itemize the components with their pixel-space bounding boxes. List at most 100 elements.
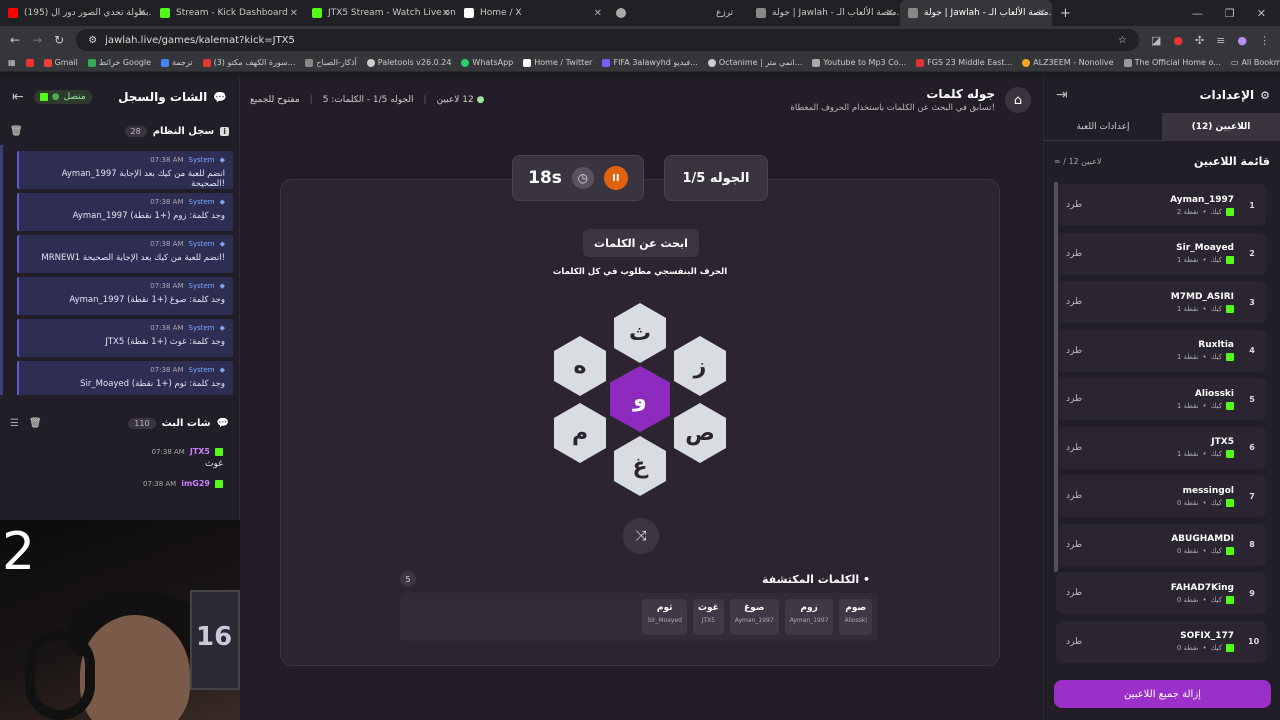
close-icon[interactable]: ✕ xyxy=(138,8,146,19)
reload-icon[interactable]: ↻ xyxy=(54,33,64,47)
close-icon[interactable]: ✕ xyxy=(290,8,298,19)
url-bar[interactable]: ⚙ jawlah.live/games/kalemat?kick=JTX5 ☆ xyxy=(76,29,1139,51)
kick-player-button[interactable]: طرد xyxy=(1066,540,1082,550)
chat-username[interactable]: JTX5 xyxy=(190,447,210,456)
online-dot-icon: ● xyxy=(476,95,485,105)
player-name: Ruxltia xyxy=(1198,340,1234,350)
chat-message: 07:38 AM imG29 xyxy=(16,479,223,488)
kick-icon xyxy=(215,447,223,456)
home-button[interactable]: ⌂ xyxy=(1005,87,1031,113)
tab-players[interactable]: اللاعبين (12) xyxy=(1162,113,1280,140)
bookmark-item[interactable]: FGS 23 Middle East... xyxy=(916,58,1012,67)
chat-header: ⇤ ● متصل الشات والسجل 💬 xyxy=(0,77,239,117)
browser-tab-active[interactable]: جولة | Jawlah - منصة الألعاب الـ...✕ xyxy=(900,0,1052,26)
bookmark-item[interactable]: Gmail xyxy=(43,58,78,67)
profile-avatar[interactable]: ● xyxy=(1237,34,1247,47)
kick-player-button[interactable]: طرد xyxy=(1066,637,1082,647)
kick-player-button[interactable]: طرد xyxy=(1066,443,1082,453)
browser-tab[interactable] xyxy=(608,0,708,26)
message-sender: System xyxy=(188,240,215,248)
kick-player-button[interactable]: طرد xyxy=(1066,491,1082,501)
all-bookmarks[interactable]: ▭All Bookmarks xyxy=(1231,58,1280,67)
kick-icon xyxy=(1226,304,1234,313)
shuffle-button[interactable]: ⤨ xyxy=(623,518,659,554)
bookmark-item[interactable]: Octanime | انمي متر... xyxy=(707,58,802,67)
puzzle-icon[interactable]: ✣ xyxy=(1195,34,1204,47)
headphones xyxy=(25,630,95,720)
jawlah-icon xyxy=(756,8,766,18)
player-list-scrollbar[interactable] xyxy=(1054,182,1058,572)
kick-player-button[interactable]: طرد xyxy=(1066,346,1082,356)
player-points: 0 نقطة xyxy=(1176,644,1199,652)
bookmark-item[interactable]: ALZ3EEM - Nonolive xyxy=(1022,58,1114,67)
minimize-icon[interactable]: — xyxy=(1192,7,1203,20)
player-points: 1 نقطة xyxy=(1176,304,1199,313)
apps-grid-icon[interactable]: ▦ xyxy=(8,58,16,67)
close-icon[interactable]: ✕ xyxy=(594,8,602,19)
maximize-icon[interactable]: ❐ xyxy=(1225,7,1235,20)
bookmarks-bar: ▦ Gmail خرائط Google ترجمة (3) سورة الكه… xyxy=(0,54,1280,72)
player-name: SOFIX_177 xyxy=(1180,631,1234,641)
tab-label: جولة | Jawlah - منصة الألعاب الـ... xyxy=(924,8,1052,18)
kick-player-button[interactable]: طرد xyxy=(1066,588,1082,598)
remove-all-players-button[interactable]: إزالة جميع اللاعبين xyxy=(1054,680,1271,708)
close-icon[interactable]: ✕ xyxy=(886,8,894,19)
back-icon[interactable]: ← xyxy=(10,33,20,47)
bookmark-item[interactable]: Home / Twitter xyxy=(523,58,592,67)
kick-player-button[interactable]: طرد xyxy=(1066,249,1082,259)
close-icon[interactable]: ✕ xyxy=(442,8,450,19)
bookmark-item[interactable]: The Official Home o... xyxy=(1123,58,1221,67)
kick-player-button[interactable]: طرد xyxy=(1066,394,1082,404)
found-word-text: زوم xyxy=(800,603,818,613)
bookmark-item[interactable]: خرائط Google xyxy=(87,58,151,67)
player-platform: كيك xyxy=(1210,547,1222,555)
verified-icon: ◆ xyxy=(219,198,225,206)
kick-player-button[interactable]: طرد xyxy=(1066,200,1082,210)
timer-value: 18s xyxy=(528,168,562,188)
extension-icon[interactable]: ● xyxy=(1173,34,1183,47)
players-online: ● 12 لاعبين xyxy=(436,95,485,105)
filter-icon[interactable]: ☰ xyxy=(10,418,19,429)
kick-icon xyxy=(39,93,48,101)
close-icon[interactable]: ✕ xyxy=(1038,8,1046,19)
menu-list-icon[interactable]: ≡ xyxy=(1216,34,1225,47)
tab-game-settings[interactable]: إعدادات اللعبة xyxy=(1044,113,1162,140)
browser-tab[interactable]: Stream - Kick Dashboard ✕ xyxy=(152,0,304,26)
bookmark-item[interactable]: Paletools v26.0.24 xyxy=(366,58,451,67)
collapse-panel-icon[interactable]: ⇤ xyxy=(12,89,24,105)
browser-tab[interactable]: (195) بطولة تحدي الصور دور ال...✕ xyxy=(0,0,152,26)
player-platform: كيك xyxy=(1210,498,1222,507)
browser-tab[interactable]: ترزع xyxy=(708,0,748,26)
trash-icon[interactable]: 🗑 xyxy=(10,126,23,137)
bookmark-item[interactable]: WhatsApp xyxy=(461,58,513,67)
player-rank: 5 xyxy=(1249,394,1255,404)
bookmark-item[interactable]: (3) سورة الكهف مكتو... xyxy=(202,58,295,67)
close-window-icon[interactable]: ✕ xyxy=(1257,7,1266,20)
site-info-icon[interactable]: ⚙ xyxy=(88,35,97,46)
chat-username[interactable]: imG29 xyxy=(181,479,210,488)
forward-icon[interactable]: → xyxy=(32,33,42,47)
kebab-menu-icon[interactable]: ⋮ xyxy=(1259,34,1270,47)
bookmark-item[interactable]: ترجمة xyxy=(161,58,193,67)
tab-label: JTX5 Stream - Watch Live on Ki... xyxy=(328,8,456,18)
new-tab-button[interactable]: + xyxy=(1052,6,1079,21)
bookmark-item[interactable]: FIFA 3alawyhd فيديو... xyxy=(602,58,698,67)
collapse-panel-icon[interactable]: ⇥ xyxy=(1056,87,1068,103)
message-sender: System xyxy=(188,198,215,206)
browser-tab[interactable]: Home / X ✕ xyxy=(456,0,608,26)
bookmark-label: Gmail xyxy=(54,58,78,67)
settings-panel: ⇥ الإعدادات ⚙ إعدادات اللعبة اللاعبين (12… xyxy=(1043,77,1280,720)
message-sender: System xyxy=(188,282,215,290)
kick-player-button[interactable]: طرد xyxy=(1066,297,1082,307)
bookmark-item[interactable]: أذكار-الصباح xyxy=(305,58,357,67)
browser-tab[interactable]: جولة | Jawlah - منصة الألعاب الـ...✕ xyxy=(748,0,900,26)
pause-button[interactable]: II xyxy=(603,166,628,190)
player-name: JTX5 xyxy=(1211,437,1234,447)
trash-icon[interactable]: 🗑 xyxy=(29,418,42,429)
extension-icon[interactable]: ◪ xyxy=(1151,34,1161,47)
bookmark-item[interactable] xyxy=(25,58,34,67)
youtube-icon xyxy=(25,58,34,67)
bookmark-item[interactable]: Youtube to Mp3 Co... xyxy=(812,58,906,67)
browser-tab[interactable]: JTX5 Stream - Watch Live on Ki...✕ xyxy=(304,0,456,26)
bookmark-star-icon[interactable]: ☆ xyxy=(1118,35,1127,46)
